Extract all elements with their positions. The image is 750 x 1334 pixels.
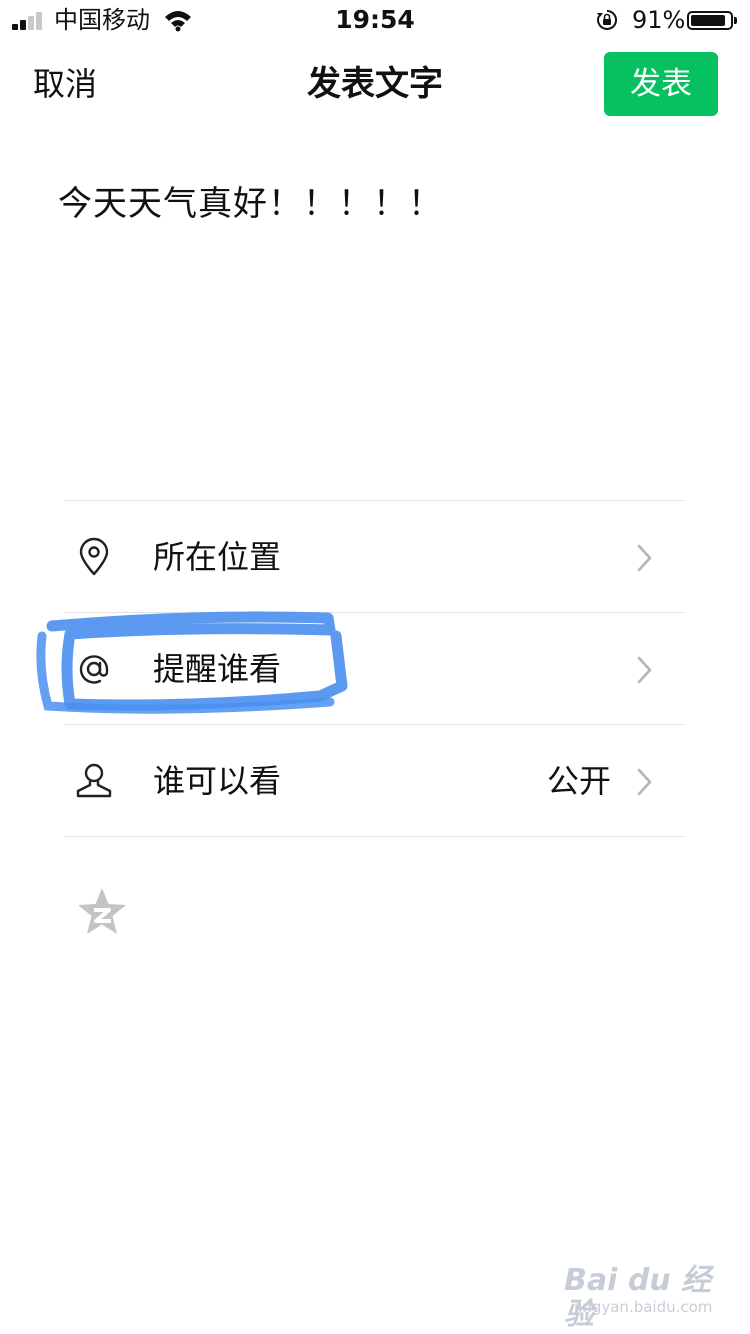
at-sign-icon (79, 655, 109, 684)
person-icon (76, 763, 112, 798)
battery-percent: 91% (632, 6, 686, 34)
mention-label: 提醒谁看 (153, 650, 282, 688)
visibility-label: 谁可以看 (153, 762, 282, 800)
location-pin-icon (79, 537, 109, 576)
chevron-right-icon (637, 768, 652, 796)
post-text-input[interactable]: 今天天气真好！！！！！ (58, 182, 443, 226)
visibility-value: 公开 (546, 762, 611, 800)
mention-row[interactable]: 提醒谁看 (64, 613, 685, 725)
baidu-watermark: Bai du 经验 jingyan.baidu.com (564, 1250, 714, 1332)
chevron-right-icon (637, 656, 652, 684)
visibility-row[interactable]: 谁可以看 公开 (64, 725, 685, 837)
location-label: 所在位置 (153, 538, 282, 576)
chevron-right-icon (637, 544, 652, 572)
post-options-list: 所在位置 提醒谁看 谁可以看 公开 (64, 500, 685, 837)
qzone-star-icon[interactable] (76, 886, 128, 938)
location-row[interactable]: 所在位置 (64, 501, 685, 613)
rotation-lock-icon (597, 9, 618, 30)
status-bar: 中国移动 19:54 91% (0, 0, 750, 40)
battery-icon (687, 11, 737, 30)
post-button[interactable]: 发表 (604, 52, 718, 116)
watermark-sub: jingyan.baidu.com (574, 1298, 713, 1316)
